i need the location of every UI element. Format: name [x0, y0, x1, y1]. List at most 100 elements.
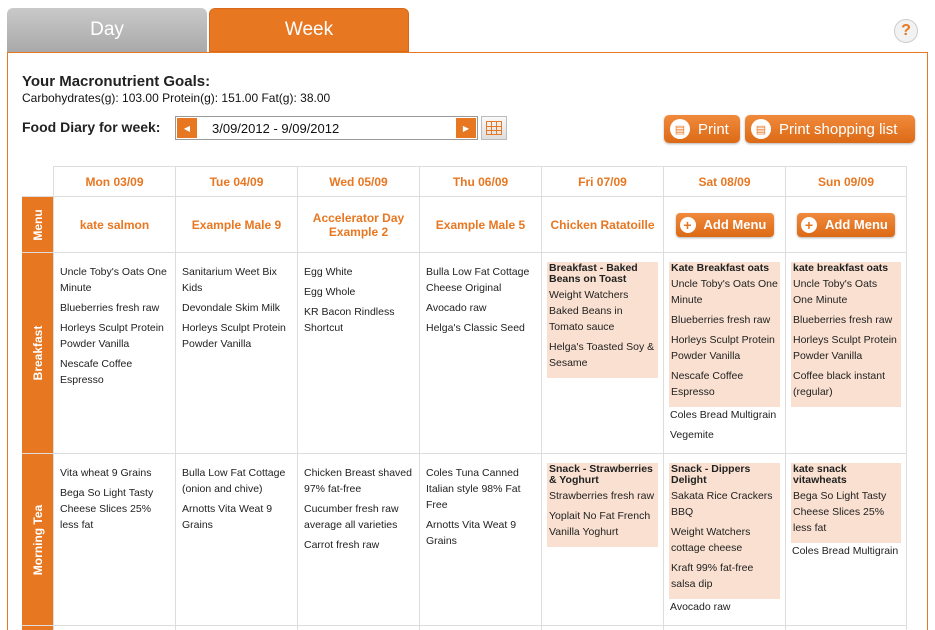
- next-week-icon[interactable]: ▶: [456, 118, 476, 138]
- empty-cell: [541, 626, 663, 630]
- morning-tea-cell: Coles Tuna Canned Italian style 98% Fat …: [419, 454, 541, 625]
- food-item[interactable]: Helga's Toasted Soy & Sesame: [549, 339, 656, 371]
- menu-name-link[interactable]: Chicken Ratatoille: [550, 218, 654, 232]
- food-item[interactable]: Uncle Toby's Oats One Minute: [793, 276, 899, 308]
- day-header: Thu 06/09: [419, 166, 541, 196]
- breakfast-row: Breakfast Uncle Toby's Oats One Minute Bl…: [22, 252, 907, 453]
- food-item[interactable]: Weight Watchers cottage cheese: [671, 524, 778, 556]
- food-item[interactable]: Horleys Sculpt Protein Powder Vanilla: [793, 332, 899, 364]
- plus-icon: +: [801, 216, 817, 233]
- food-item[interactable]: Avocado raw: [426, 300, 535, 316]
- week-range: 3/09/2012 - 9/09/2012: [212, 121, 340, 136]
- row-label-breakfast: Breakfast: [22, 253, 53, 453]
- food-item[interactable]: Coles Bread Multigrain: [670, 407, 779, 423]
- food-item[interactable]: Sanitarium Weet Bix Kids: [182, 264, 291, 296]
- food-item[interactable]: Weight Watchers Baked Beans in Tomato sa…: [549, 287, 656, 335]
- food-item[interactable]: Nescafe Coffee Espresso: [671, 368, 778, 400]
- food-item[interactable]: Bulla Low Fat Cottage (onion and chive): [182, 465, 291, 497]
- food-item[interactable]: Vita wheat 9 Grains: [60, 465, 169, 481]
- morning-tea-cell: kate snack vitawheats Bega So Light Tasty…: [785, 454, 907, 625]
- food-item[interactable]: Vegemite: [670, 427, 779, 443]
- food-item[interactable]: Bega So Light Tasty Cheese Slices 25% le…: [60, 485, 169, 533]
- meal-title: Snack - Strawberries & Yoghurt: [549, 463, 653, 486]
- food-item[interactable]: Chicken Breast shaved 97% fat-free: [304, 465, 413, 497]
- breakfast-cell: Uncle Toby's Oats One Minute Blueberries …: [53, 253, 175, 453]
- menu-name-link[interactable]: Example Male 5: [436, 218, 525, 232]
- saved-meal-box[interactable]: kate snack vitawheats Bega So Light Tasty…: [791, 463, 901, 543]
- day-header: Mon 03/09: [53, 166, 175, 196]
- food-item[interactable]: KR Bacon Rindless Shortcut: [304, 304, 413, 336]
- goals-title: Your Macronutrient Goals:: [22, 73, 211, 90]
- food-item[interactable]: Horleys Sculpt Protein Powder Vanilla: [671, 332, 778, 364]
- week-picker: ◀ 3/09/2012 - 9/09/2012 ▶: [175, 116, 478, 140]
- food-item[interactable]: Uncle Toby's Oats One Minute: [60, 264, 169, 296]
- empty-cell: [419, 626, 541, 630]
- menu-name-link[interactable]: kate salmon: [80, 218, 149, 232]
- saved-meal-box[interactable]: Kate Breakfast oats Uncle Toby's Oats One…: [669, 262, 780, 407]
- meal-title: kate breakfast oats: [793, 262, 889, 274]
- food-item[interactable]: Coles Tuna Canned Italian style 98% Fat …: [426, 465, 535, 513]
- food-item[interactable]: Strawberries fresh raw: [549, 488, 656, 504]
- morning-tea-row: Morning Tea Vita wheat 9 Grains Bega So L…: [22, 453, 907, 625]
- day-header: Sun 09/09: [785, 166, 907, 196]
- food-item[interactable]: Arnotts Vita Weat 9 Grains: [426, 517, 535, 549]
- menu-name-link[interactable]: Example Male 9: [192, 218, 281, 232]
- empty-cell: [663, 626, 785, 630]
- tab-day[interactable]: Day: [7, 8, 207, 52]
- menu-row: Menu kate salmon Example Male 9 Accelerato…: [22, 196, 907, 252]
- food-item[interactable]: Nescafe Coffee Espresso: [60, 356, 169, 388]
- food-item[interactable]: Devondale Skim Milk: [182, 300, 291, 316]
- saved-meal-box[interactable]: Snack - Dippers Delight Sakata Rice Crack…: [669, 463, 780, 599]
- food-item[interactable]: Coles Bread Multigrain: [792, 543, 900, 559]
- tab-week[interactable]: Week: [209, 8, 409, 52]
- menu-name-link[interactable]: Accelerator Day Example 2: [302, 211, 415, 239]
- food-item[interactable]: Uncle Toby's Oats One Minute: [671, 276, 778, 308]
- food-item[interactable]: Coffee black instant (regular): [793, 368, 899, 400]
- menu-cell: Example Male 5: [419, 197, 541, 252]
- saved-meal-box[interactable]: kate breakfast oats Uncle Toby's Oats One…: [791, 262, 901, 407]
- breakfast-cell: kate breakfast oats Uncle Toby's Oats One…: [785, 253, 907, 453]
- menu-cell: + Add Menu: [785, 197, 907, 252]
- food-item[interactable]: Bulla Low Fat Cottage Cheese Original: [426, 264, 535, 296]
- empty-cell: [785, 626, 907, 630]
- morning-tea-cell: Chicken Breast shaved 97% fat-free Cucumb…: [297, 454, 419, 625]
- food-item[interactable]: Sakata Rice Crackers BBQ: [671, 488, 778, 520]
- meal-title: Snack - Dippers Delight: [671, 463, 751, 486]
- breakfast-cell: Kate Breakfast oats Uncle Toby's Oats One…: [663, 253, 785, 453]
- row-label-morning-tea: Morning Tea: [22, 454, 53, 625]
- food-item[interactable]: Yoplait No Fat French Vanilla Yoghurt: [549, 508, 656, 540]
- empty-cell: [175, 626, 297, 630]
- meal-title: kate snack vitawheats: [793, 463, 847, 486]
- print-shopping-list-button[interactable]: ▤ Print shopping list: [745, 115, 915, 143]
- help-icon[interactable]: ?: [894, 19, 918, 43]
- morning-tea-cell: Snack - Strawberries & Yoghurt Strawberri…: [541, 454, 663, 625]
- add-menu-label: Add Menu: [825, 216, 888, 232]
- saved-meal-box[interactable]: Breakfast - Baked Beans on Toast Weight W…: [547, 262, 658, 378]
- menu-cell: Chicken Ratatoille: [541, 197, 663, 252]
- food-item[interactable]: Horleys Sculpt Protein Powder Vanilla: [60, 320, 169, 352]
- morning-tea-cell: Bulla Low Fat Cottage (onion and chive) A…: [175, 454, 297, 625]
- food-item[interactable]: Kraft 99% fat-free salsa dip: [671, 560, 778, 592]
- food-item[interactable]: Bega So Light Tasty Cheese Slices 25% le…: [793, 488, 899, 536]
- add-menu-button[interactable]: + Add Menu: [797, 212, 895, 237]
- food-item[interactable]: Avocado raw: [670, 599, 779, 615]
- food-item[interactable]: Horleys Sculpt Protein Powder Vanilla: [182, 320, 291, 352]
- food-item[interactable]: Blueberries fresh raw: [60, 300, 169, 316]
- empty-cell: [297, 626, 419, 630]
- food-item[interactable]: Egg Whole: [304, 284, 413, 300]
- calendar-button[interactable]: [481, 116, 507, 140]
- add-menu-button[interactable]: + Add Menu: [675, 212, 774, 237]
- day-header: Wed 05/09: [297, 166, 419, 196]
- food-item[interactable]: Egg White: [304, 264, 413, 280]
- food-item[interactable]: Cucumber fresh raw average all varieties: [304, 501, 413, 533]
- food-item[interactable]: Blueberries fresh raw: [793, 312, 899, 328]
- meal-title: Breakfast - Baked Beans on Toast: [549, 262, 638, 285]
- saved-meal-box[interactable]: Snack - Strawberries & Yoghurt Strawberri…: [547, 463, 658, 547]
- food-item[interactable]: Carrot fresh raw: [304, 537, 413, 553]
- empty-cell: [53, 626, 175, 630]
- food-item[interactable]: Arnotts Vita Weat 9 Grains: [182, 501, 291, 533]
- food-item[interactable]: Helga's Classic Seed: [426, 320, 535, 336]
- prev-week-icon[interactable]: ◀: [177, 118, 197, 138]
- food-item[interactable]: Blueberries fresh raw: [671, 312, 778, 328]
- print-button[interactable]: ▤ Print: [664, 115, 740, 143]
